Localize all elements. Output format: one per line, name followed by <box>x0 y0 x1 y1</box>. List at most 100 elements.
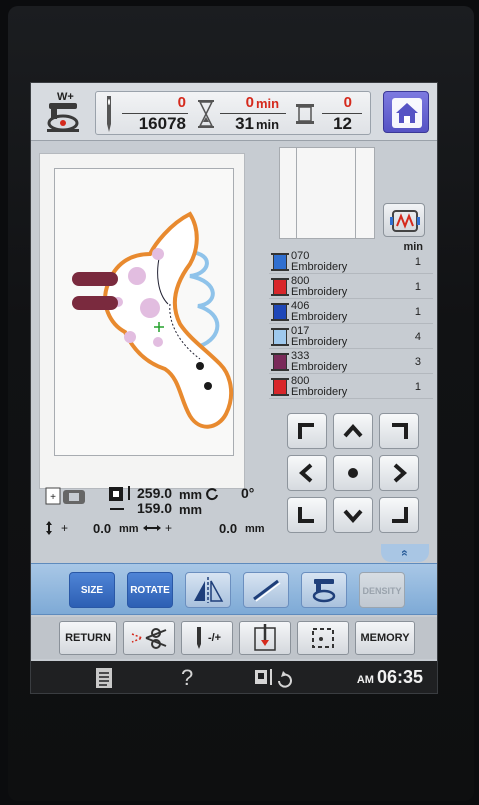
move-right-button[interactable] <box>379 455 419 491</box>
lcd-screen: W+ 0 16078 0 min 31 min 0 12 min 070 Emb… <box>30 82 438 694</box>
thread-swatch <box>271 328 289 346</box>
design-height-unit: mm <box>179 487 203 502</box>
arrow-up-right-icon <box>392 423 408 439</box>
thread-minutes: 1 <box>414 381 421 393</box>
time-current-unit: min <box>256 96 280 111</box>
rotation-angle: 0° <box>241 485 255 501</box>
thread-swatch <box>271 353 289 371</box>
color-row[interactable]: 800 Embroidery 1 <box>269 374 433 399</box>
move-up-button[interactable] <box>333 413 373 449</box>
status-bar: ? AM 06:35 <box>31 661 437 693</box>
thread-spool-icon <box>296 104 314 124</box>
mirror-button[interactable] <box>185 572 231 608</box>
trial-frame-icon <box>312 628 334 648</box>
color-row[interactable]: 017 Embroidery 4 <box>269 324 433 349</box>
thread-swatch <box>271 378 289 396</box>
color-current: 0 <box>343 94 352 111</box>
offset-y-value: 0.0 <box>93 521 112 536</box>
color-row[interactable]: 070 Embroidery 1 <box>269 249 433 274</box>
thread-name: Embroidery <box>291 286 348 298</box>
move-down-right-button[interactable] <box>379 497 419 533</box>
svg-text:+: + <box>50 492 56 503</box>
thread-minutes: 1 <box>414 306 421 318</box>
design-width-value: 159.0 <box>137 500 173 516</box>
sewing-mode-icon <box>255 669 292 688</box>
arrow-up-left-icon <box>298 423 314 439</box>
thread-name: Embroidery <box>291 336 348 348</box>
center-button[interactable] <box>333 455 373 491</box>
presser-foot-settings-icon <box>312 579 336 603</box>
thread-swatch <box>271 303 289 321</box>
frame-preview <box>279 147 375 239</box>
thread-name: Embroidery <box>291 386 348 398</box>
rotate-button[interactable]: ROTATE <box>127 572 173 608</box>
mirror-icon <box>194 577 224 603</box>
move-left-button[interactable] <box>287 455 327 491</box>
memory-button[interactable]: MEMORY <box>355 621 415 655</box>
svg-text:+: + <box>165 521 172 535</box>
thread-minutes: 1 <box>414 281 421 293</box>
thread-cutter-button[interactable] <box>123 621 175 655</box>
scissors-icon <box>131 628 167 649</box>
needle-icon <box>107 96 111 132</box>
thread-color-button[interactable] <box>383 203 425 237</box>
center-dot-icon <box>348 468 358 478</box>
thread-color-list: min 070 Embroidery 1 800 Embroidery 1 40… <box>269 241 433 401</box>
size-button[interactable]: SIZE <box>69 572 115 608</box>
design-preview-icon <box>72 211 234 429</box>
design-info: + 259.0 mm 0° 159.0 mm + 0.0 mm + 0.0 mm <box>45 485 285 545</box>
thread-minutes: 1 <box>414 256 421 268</box>
thread-swatch <box>271 278 289 296</box>
header-bar: W+ 0 16078 0 min 31 min 0 12 <box>31 83 437 141</box>
document-icon[interactable] <box>95 667 113 689</box>
embroidery-preview[interactable] <box>39 153 245 489</box>
thread-name: Embroidery <box>291 261 348 273</box>
bottom-button-row: RETURN -/+ MEMORY <box>31 617 437 659</box>
move-up-right-button[interactable] <box>379 413 419 449</box>
help-button[interactable]: ? <box>181 665 193 691</box>
clock-ampm: AM <box>356 674 374 686</box>
thread-name: Embroidery <box>291 311 348 323</box>
home-button[interactable] <box>383 91 429 133</box>
rotate-angle-icon <box>206 488 218 501</box>
arrow-down-left-icon <box>298 507 314 523</box>
expand-toolbar-button[interactable]: « <box>381 544 429 562</box>
move-down-button[interactable] <box>333 497 373 533</box>
presser-foot-label: W+ <box>57 91 74 103</box>
trial-button[interactable] <box>297 621 349 655</box>
color-row[interactable]: 333 Embroidery 3 <box>269 349 433 374</box>
clock-time: 06:35 <box>376 667 423 687</box>
density-button[interactable]: DENSITY <box>359 572 405 608</box>
return-button[interactable]: RETURN <box>59 621 117 655</box>
move-down-left-button[interactable] <box>287 497 327 533</box>
needle-position-button[interactable]: -/+ <box>181 621 233 655</box>
needle-down-button[interactable] <box>239 621 291 655</box>
home-icon <box>392 98 422 128</box>
color-row[interactable]: 800 Embroidery 1 <box>269 274 433 299</box>
hoop-size-icon[interactable]: + <box>45 487 89 507</box>
arrow-down-right-icon <box>392 507 408 523</box>
stitch-length-button[interactable] <box>243 572 289 608</box>
stitch-line-icon <box>253 579 281 602</box>
presser-foot-settings-button[interactable] <box>301 572 347 608</box>
offset-x-value: 0.0 <box>219 521 238 536</box>
thread-name: Embroidery <box>291 361 348 373</box>
offset-y-unit: mm <box>119 523 139 535</box>
thread-palette-icon <box>390 210 420 232</box>
svg-text:+: + <box>61 521 68 535</box>
presser-foot-icon[interactable]: W+ <box>41 89 85 135</box>
arrow-down-icon <box>343 509 363 524</box>
time-current: 0 <box>245 94 254 111</box>
move-up-left-button[interactable] <box>287 413 327 449</box>
hourglass-icon <box>198 100 214 128</box>
needle-small-icon <box>196 627 201 650</box>
needle-down-icon <box>254 624 276 651</box>
edit-toolbar: SIZE ROTATE DENSITY <box>31 563 437 615</box>
offset-x-unit: mm <box>245 523 265 535</box>
color-row[interactable]: 406 Embroidery 1 <box>269 299 433 324</box>
thread-minutes: 3 <box>414 356 421 368</box>
size-dimension-icon <box>109 486 130 510</box>
needle-count-total: 16078 <box>138 114 186 133</box>
time-total: 31 <box>235 114 254 133</box>
arrow-right-icon <box>393 463 408 483</box>
